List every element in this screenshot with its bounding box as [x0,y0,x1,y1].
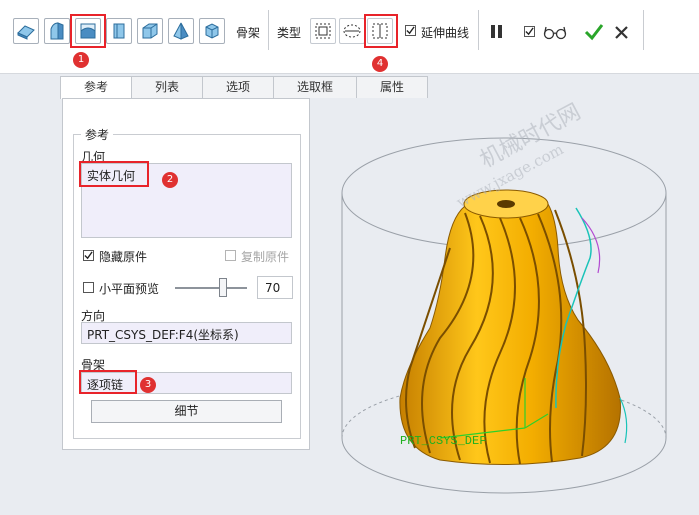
glasses-icon[interactable] [543,24,567,40]
callout-badge-3: 3 [140,377,156,393]
toolbar-divider [268,10,269,50]
preview-checkbox[interactable] [524,26,535,37]
pyramid-icon [173,22,189,40]
checkmark-icon [406,26,415,35]
folded-plate-icon [142,23,158,39]
extend-curve-label: 延伸曲线 [421,26,470,40]
type-label: 类型 [277,26,302,40]
callout-box-type-tool [364,14,398,48]
callout-box-geometry [79,161,149,187]
toolbar-divider [643,10,644,50]
type-button-2[interactable] [339,18,365,44]
extend-curve-checkbox[interactable] [405,25,416,36]
small-plane-preview-label: 小平面预览 [99,282,160,296]
tool-button-1[interactable] [13,18,39,44]
graphics-window[interactable]: PRT_CSYS_DEF 机械时代网 www.jxage.com [320,98,699,512]
reference-panel: 参考 几何 实体几何 隐藏原件 复制原件 小平面预览 70 方向 PRT_CSY… [62,98,310,450]
tab-selection-box[interactable]: 选取框 [273,76,357,98]
tab-options[interactable]: 选项 [202,76,274,98]
slider-value[interactable]: 70 [265,281,280,295]
tool-button-2[interactable] [44,18,70,44]
callout-box-skeleton [79,370,137,394]
checkmark-icon [525,27,534,36]
type-button-1[interactable] [310,18,336,44]
small-plane-preview-checkbox[interactable] [83,282,94,293]
details-button[interactable]: 细节 [91,400,282,423]
callout-badge-2: 2 [162,172,178,188]
callout-box-blend-tool [70,14,106,48]
dashed-ellipse-rect-icon [343,24,361,38]
hexagon-prism-icon [205,23,219,39]
hide-original-label: 隐藏原件 [99,250,148,264]
model-viewport: PRT_CSYS_DEF 机械时代网 www.jxage.com [341,100,667,494]
tab-properties[interactable]: 属性 [356,76,428,98]
reference-group-title: 参考 [81,126,114,143]
solid-blade-icon [17,25,35,40]
csys-label: PRT_CSYS_DEF [400,434,486,448]
toolbar-divider [478,10,479,50]
pause-icon[interactable] [491,25,503,38]
tool-button-5[interactable] [137,18,163,44]
hide-original-checkbox[interactable] [83,250,94,261]
direction-value[interactable]: PRT_CSYS_DEF:F4(坐标系) [87,326,239,343]
tab-list[interactable]: 列表 [131,76,203,98]
tool-button-7[interactable] [199,18,225,44]
half-body-icon [50,22,64,40]
checkmark-icon [84,251,93,260]
skeleton-toolbar-label: 骨架 [236,26,261,40]
tab-reference[interactable]: 参考 [60,76,132,99]
close-icon[interactable] [615,26,628,39]
tool-button-4[interactable] [106,18,132,44]
dashed-rect-icon [315,23,331,39]
tool-button-6[interactable] [168,18,194,44]
cube-slot-icon [113,23,125,39]
callout-badge-4: 4 [372,56,388,72]
preview-slider-track[interactable] [175,287,247,289]
copy-original-label: 复制原件 [241,250,290,264]
check-icon[interactable] [584,23,604,41]
callout-badge-1: 1 [73,52,89,68]
preview-slider-thumb[interactable] [219,278,227,297]
copy-original-checkbox[interactable] [225,250,236,261]
